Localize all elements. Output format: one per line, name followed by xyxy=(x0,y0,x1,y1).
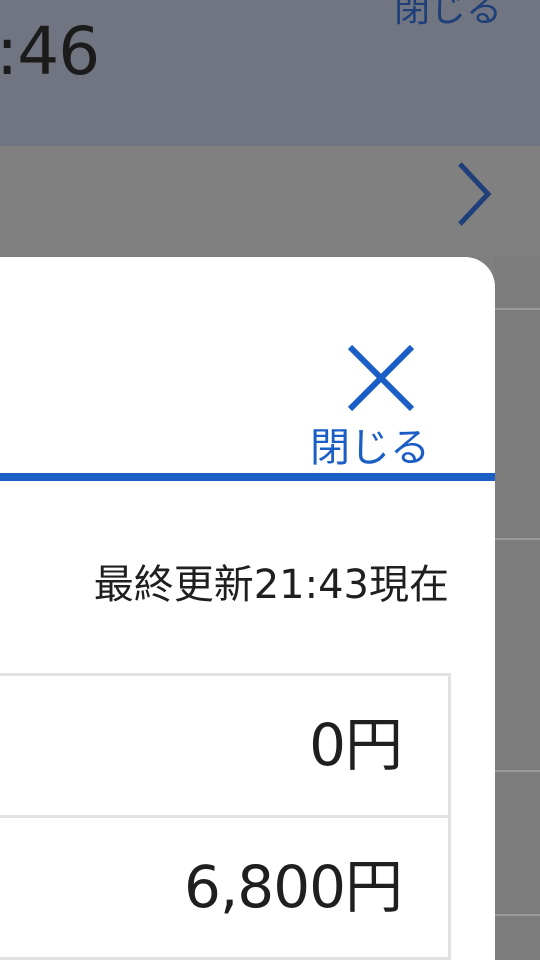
background-panel xyxy=(494,256,540,960)
screen: :46 閉じる 閉じる 最終更新21:43現在 0円 6,800円 xyxy=(0,0,540,960)
close-button-label: 閉じる xyxy=(310,425,430,471)
price-modal: 閉じる 最終更新21:43現在 0円 6,800円 xyxy=(0,257,495,960)
background-divider xyxy=(494,538,540,540)
close-button[interactable]: 閉じる xyxy=(310,297,430,471)
background-close-link: 閉じる xyxy=(393,0,502,30)
price-table: 0円 6,800円 xyxy=(0,673,451,960)
table-row: 6,800円 xyxy=(0,818,448,960)
last-updated-text: 最終更新21:43現在 xyxy=(93,562,449,608)
background-header: :46 閉じる xyxy=(0,0,540,146)
background-time: :46 xyxy=(0,13,100,90)
price-value: 6,800円 xyxy=(183,853,403,921)
background-divider xyxy=(494,770,540,772)
active-tab-indicator xyxy=(0,473,495,481)
price-value: 0円 xyxy=(309,711,403,779)
chevron-right-icon xyxy=(458,162,492,226)
table-row: 0円 xyxy=(0,676,448,818)
close-x-icon xyxy=(347,344,415,412)
background-divider xyxy=(494,914,540,916)
background-divider xyxy=(494,308,540,310)
